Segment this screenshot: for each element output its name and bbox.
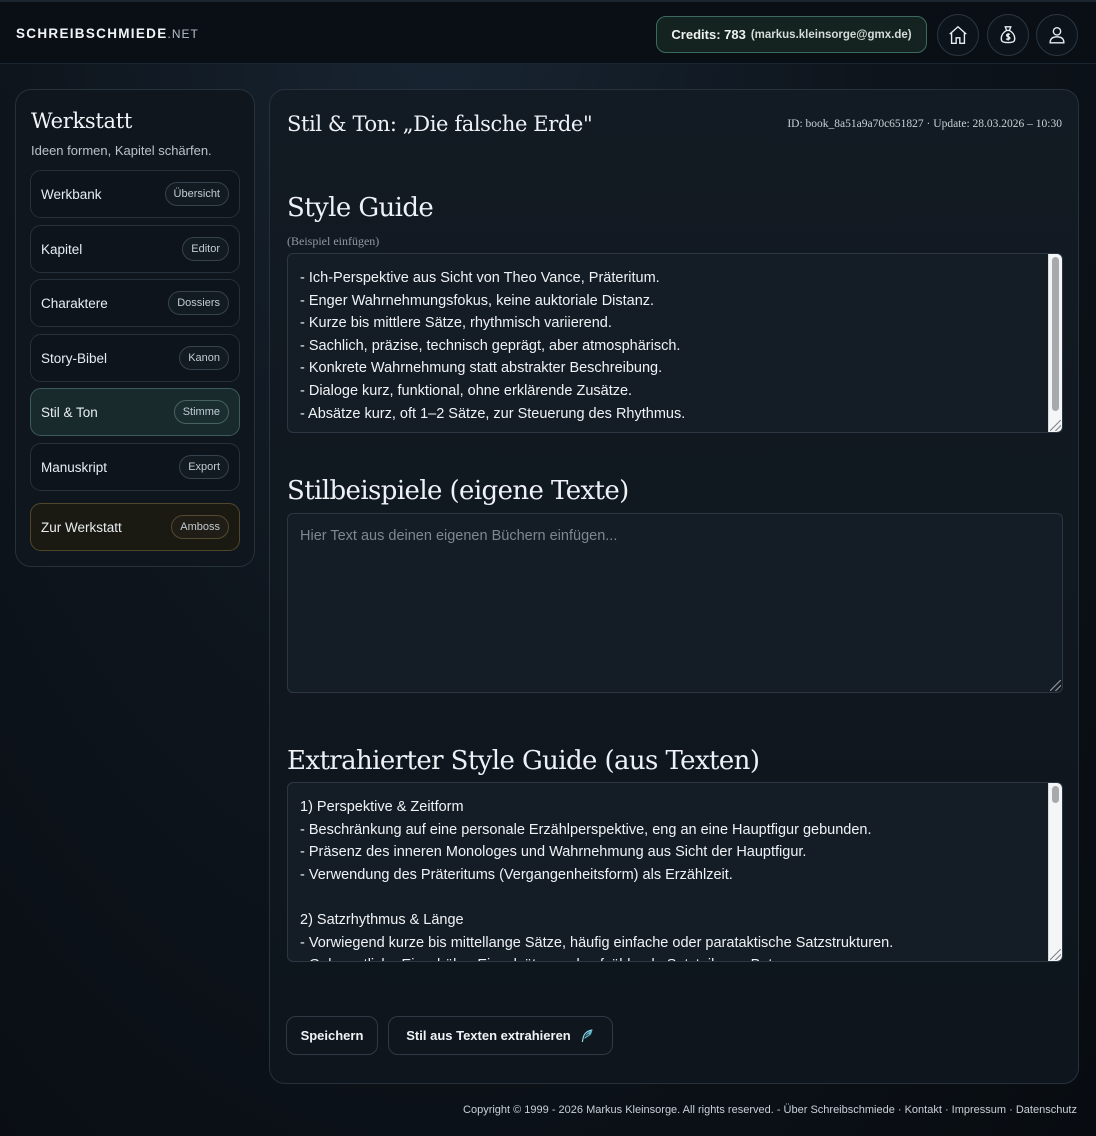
save-button[interactable]: Speichern xyxy=(286,1016,378,1055)
sidebar-item-manuskript[interactable]: Manuskript Export xyxy=(30,443,240,491)
top-bar: SCHREIBSCHMIEDE.NET Credits: 783 (markus… xyxy=(0,0,1096,64)
examples-heading: Stilbeispiele (eigene Texte) xyxy=(287,476,629,506)
sidebar-item-kapitel[interactable]: Kapitel Editor xyxy=(30,225,240,273)
profile-button[interactable] xyxy=(1036,14,1078,56)
resize-handle[interactable] xyxy=(1050,680,1061,691)
sidebar-item-werkbank[interactable]: Werkbank Übersicht xyxy=(30,170,240,218)
brand-main: SCHREIBSCHMIEDE xyxy=(16,26,168,41)
footer-text: Copyright © 1999 - 2026 Markus Kleinsorg… xyxy=(463,1104,1077,1116)
sidebar-item-badge: Editor xyxy=(182,237,229,261)
home-icon xyxy=(949,25,967,44)
user-icon xyxy=(1049,26,1065,44)
sidebar-subtitle: Ideen formen, Kapitel schärfen. xyxy=(31,143,212,158)
sidebar-title: Werkstatt xyxy=(31,109,132,133)
scrollbar-thumb[interactable] xyxy=(1052,257,1059,411)
page-title: Stil & Ton: „Die falsche Erde" xyxy=(287,112,593,136)
sidebar-item-badge: Dossiers xyxy=(168,291,229,315)
style-guide-heading: Style Guide xyxy=(287,193,434,223)
style-guide-text: - Ich-Perspektive aus Sicht von Theo Van… xyxy=(300,270,686,422)
style-guide-hint[interactable]: (Beispiel einfügen) xyxy=(287,234,379,249)
extract-style-button[interactable]: Stil aus Texten extrahieren xyxy=(388,1016,613,1055)
main-panel: Stil & Ton: „Die falsche Erde" ID: book_… xyxy=(269,89,1079,1084)
credits-label: Credits: 783 xyxy=(671,27,746,42)
credits-badge[interactable]: Credits: 783 (markus.kleinsorge@gmx.de) xyxy=(656,16,927,53)
sidebar-item-badge: Stimme xyxy=(173,400,229,424)
sidebar: Werkstatt Ideen formen, Kapitel schärfen… xyxy=(15,89,255,567)
sidebar-item-stil-ton[interactable]: Stil & Ton Stimme xyxy=(30,388,240,436)
sidebar-item-badge: Übersicht xyxy=(164,182,229,206)
resize-handle[interactable] xyxy=(1050,949,1061,960)
feather-icon xyxy=(581,1028,593,1042)
sidebar-item-label: Kapitel xyxy=(41,241,83,257)
money-bag-icon xyxy=(1000,26,1016,44)
sidebar-item-badge: Kanon xyxy=(179,346,229,370)
save-button-label: Speichern xyxy=(300,1028,364,1043)
brand-suffix: .NET xyxy=(167,27,199,41)
sidebar-item-charaktere[interactable]: Charaktere Dossiers xyxy=(30,279,240,327)
sidebar-item-label: Werkbank xyxy=(41,186,102,202)
style-guide-scrollbar[interactable] xyxy=(1048,254,1062,432)
style-guide-textarea[interactable]: - Ich-Perspektive aus Sicht von Theo Van… xyxy=(287,253,1063,433)
book-meta: ID: book_8a51a9a70c651827 · Update: 28.0… xyxy=(787,118,1062,130)
sidebar-item-story-bibel[interactable]: Story-Bibel Kanon xyxy=(30,334,240,382)
extract-button-label: Stil aus Texten extrahieren xyxy=(406,1028,571,1043)
sidebar-item-label: Zur Werkstatt xyxy=(41,519,122,535)
examples-placeholder: Hier Text aus deinen eigenen Büchern ein… xyxy=(300,528,618,544)
extracted-heading: Extrahierter Style Guide (aus Texten) xyxy=(287,746,760,776)
sidebar-item-zur-werkstatt[interactable]: Zur Werkstatt Amboss xyxy=(30,503,240,551)
extracted-text: 1) Perspektive & Zeitform - Beschränkung… xyxy=(300,799,894,961)
sidebar-item-label: Manuskript xyxy=(41,459,108,475)
brand-logo[interactable]: SCHREIBSCHMIEDE.NET xyxy=(16,26,199,41)
credits-email: (markus.kleinsorge@gmx.de) xyxy=(750,28,912,41)
sidebar-item-label: Charaktere xyxy=(41,295,108,311)
extracted-scrollbar[interactable] xyxy=(1048,783,1062,961)
sidebar-item-badge: Export xyxy=(179,455,229,479)
extracted-textarea[interactable]: 1) Perspektive & Zeitform - Beschränkung… xyxy=(287,782,1063,962)
scrollbar-thumb[interactable] xyxy=(1052,786,1059,803)
sidebar-item-label: Stil & Ton xyxy=(41,404,98,420)
resize-handle[interactable] xyxy=(1050,420,1061,431)
examples-textarea[interactable]: Hier Text aus deinen eigenen Büchern ein… xyxy=(287,513,1063,693)
sidebar-item-badge: Amboss xyxy=(171,515,229,539)
sidebar-item-label: Story-Bibel xyxy=(41,350,108,366)
credits-shop-button[interactable] xyxy=(987,14,1029,56)
home-button[interactable] xyxy=(937,14,979,56)
